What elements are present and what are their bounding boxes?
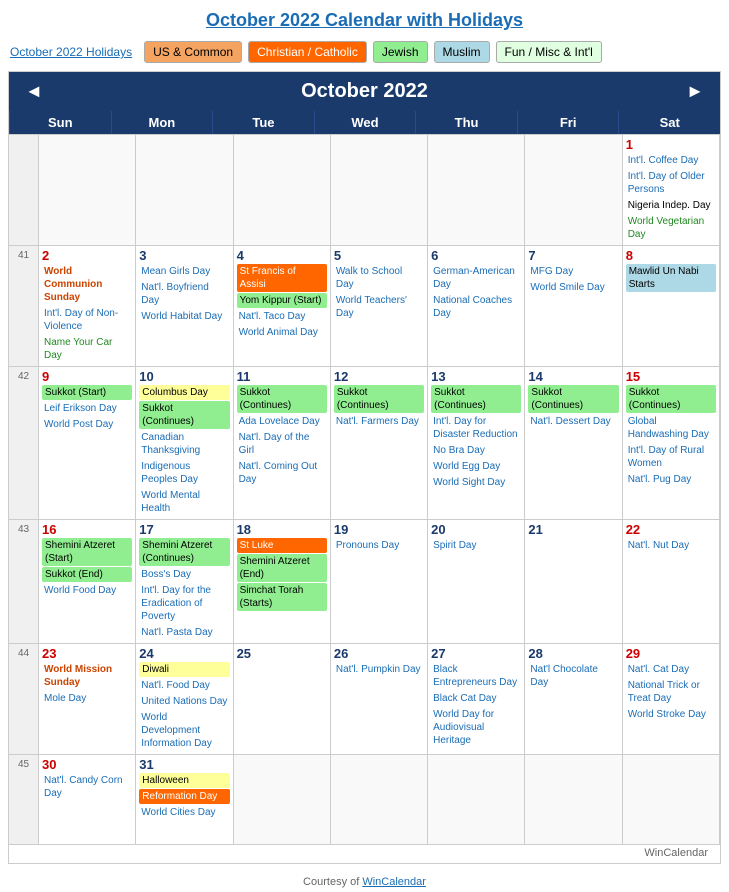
header-sat: Sat [618,111,720,134]
day-empty-1 [39,135,136,246]
day-oct-13: 13 Sukkot (Continues) Int'l. Day for Dis… [428,367,525,520]
header-tue: Tue [212,111,314,134]
footer-text: Courtesy of WinCalendar [0,872,729,892]
day-empty-2 [136,135,233,246]
day-empty-3 [234,135,331,246]
day-empty-4 [331,135,428,246]
day-oct-30: 30 Nat'l. Candy Corn Day [39,755,136,845]
day-empty-9 [428,755,525,845]
filter-muslim[interactable]: Muslim [434,41,490,63]
header-wed: Wed [314,111,416,134]
day-oct-20: 20 Spirit Day [428,520,525,644]
day-oct-7: 7 MFG Day World Smile Day [525,246,622,367]
day-headers: Sun Mon Tue Wed Thu Fri Sat [9,111,720,134]
day-oct-14: 14 Sukkot (Continues) Nat'l. Dessert Day [525,367,622,520]
day-oct-9: 9 Sukkot (Start) Leif Erikson Day World … [39,367,136,520]
filter-us-common[interactable]: US & Common [144,41,242,63]
day-oct-4: 4 St Francis of Assisi Yom Kippur (Start… [234,246,331,367]
day-oct-26: 26 Nat'l. Pumpkin Day [331,644,428,755]
wincalendar-link[interactable]: WinCalendar [362,876,426,888]
day-oct-8: 8 Mawlid Un Nabi Starts [623,246,720,367]
day-empty-11 [623,755,720,845]
day-oct-3: 3 Mean Girls Day Nat'l. Boyfriend Day Wo… [136,246,233,367]
header-thu: Thu [415,111,517,134]
week-num-45: 45 [9,755,39,845]
calendar-container: ◄ October 2022 ► Sun Mon Tue Wed Thu Fri… [8,71,721,864]
filter-label: October 2022 Holidays [10,45,132,59]
day-oct-6: 6 German-American Day National Coaches D… [428,246,525,367]
day-oct-23: 23 World Mission Sunday Mole Day [39,644,136,755]
day-empty-7 [234,755,331,845]
day-oct-15: 15 Sukkot (Continues) Global Handwashing… [623,367,720,520]
day-empty-5 [428,135,525,246]
day-empty-8 [331,755,428,845]
calendar-grid: 1 Int'l. Coffee Day Int'l. Day of Older … [9,134,720,845]
week-num-44: 44 [9,644,39,755]
day-oct-16: 16 Shemini Atzeret (Start) Sukkot (End) … [39,520,136,644]
month-title: October 2022 [301,80,428,103]
calendar-header: ◄ October 2022 ► [9,72,720,111]
day-empty-6 [525,135,622,246]
week-num-40 [9,135,39,246]
filter-christian[interactable]: Christian / Catholic [248,41,367,63]
day-oct-22: 22 Nat'l. Nut Day [623,520,720,644]
day-oct-10: 10 Columbus Day Sukkot (Continues) Canad… [136,367,233,520]
week-num-41: 41 [9,246,39,367]
filter-fun[interactable]: Fun / Misc & Int'l [496,41,602,63]
day-oct-19: 19 Pronouns Day [331,520,428,644]
page-title: October 2022 Calendar with Holidays [0,0,729,37]
week-num-43: 43 [9,520,39,644]
day-oct-28: 28 Nat'l Chocolate Day [525,644,622,755]
day-oct-5: 5 Walk to School Day World Teachers' Day [331,246,428,367]
day-oct-18: 18 St Luke Shemini Atzeret (End) Simchat… [234,520,331,644]
day-oct-24: 24 Diwali Nat'l. Food Day United Nations… [136,644,233,755]
day-oct-2: 2 World Communion Sunday Int'l. Day of N… [39,246,136,367]
day-oct-17: 17 Shemini Atzeret (Continues) Boss's Da… [136,520,233,644]
header-fri: Fri [517,111,619,134]
day-oct-12: 12 Sukkot (Continues) Nat'l. Farmers Day [331,367,428,520]
footer-brand: WinCalendar [9,845,720,863]
day-oct-11: 11 Sukkot (Continues) Ada Lovelace Day N… [234,367,331,520]
filter-jewish[interactable]: Jewish [373,41,428,63]
week-num-42: 42 [9,367,39,520]
day-oct-27: 27 Black Entrepreneurs Day Black Cat Day… [428,644,525,755]
filter-bar: October 2022 Holidays US & Common Christ… [0,37,729,71]
day-empty-10 [525,755,622,845]
day-oct-25: 25 [234,644,331,755]
day-oct-31: 31 Halloween Reformation Day World Citie… [136,755,233,845]
day-oct-21: 21 [525,520,622,644]
header-sun: Sun [9,111,111,134]
prev-month-button[interactable]: ◄ [25,81,43,102]
next-month-button[interactable]: ► [686,81,704,102]
day-oct-1: 1 Int'l. Coffee Day Int'l. Day of Older … [623,135,720,246]
day-oct-29: 29 Nat'l. Cat Day National Trick or Trea… [623,644,720,755]
header-mon: Mon [111,111,213,134]
